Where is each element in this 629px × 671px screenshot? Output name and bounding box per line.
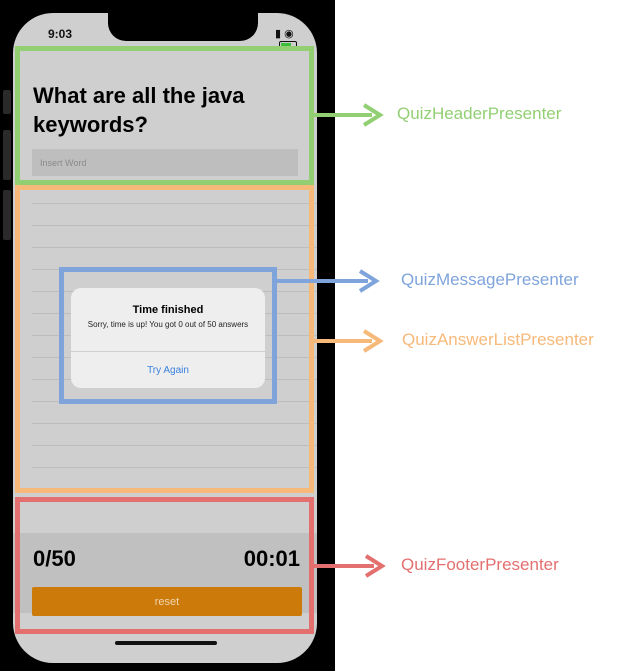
- quiz-footer-presenter-label: QuizFooterPresenter: [401, 555, 559, 574]
- quiz-header-presenter-label: QuizHeaderPresenter: [397, 104, 562, 123]
- arrow-message: [277, 269, 380, 293]
- arrow-list: [314, 329, 384, 353]
- quiz-message-presenter-label: QuizMessagePresenter: [401, 270, 579, 289]
- arrow-footer: [314, 554, 386, 578]
- quiz-answer-list-presenter-label: QuizAnswerListPresenter: [402, 330, 594, 349]
- arrow-header: [314, 103, 384, 127]
